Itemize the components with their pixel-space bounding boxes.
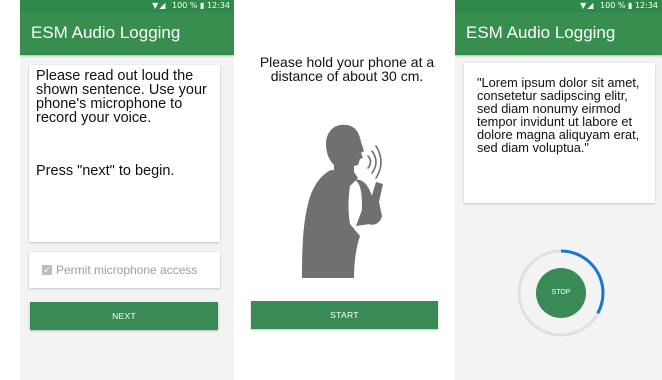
instruction-text: Please read out loud the shown sentence.… (36, 68, 207, 126)
next-button[interactable]: NEXT (30, 302, 218, 330)
distance-screen: Please hold your phone at a distance of … (240, 0, 454, 380)
instruction-screen: ▼◢ 100 % ▮ 12:34 ESM Audio Logging Pleas… (20, 0, 234, 380)
begin-text: Press "next" to begin. (36, 163, 175, 179)
start-button[interactable]: START (251, 301, 438, 329)
distance-instruction-text: Please hold your phone at a distance of … (259, 54, 435, 84)
signal-icon: ▼◢ (580, 1, 595, 10)
permit-microphone-checkbox-row[interactable]: ✓ Permit microphone access (29, 252, 220, 288)
app-bar: ESM Audio Logging (20, 12, 234, 55)
app-bar: ESM Audio Logging (455, 12, 662, 55)
battery-level: 100 % (600, 1, 626, 10)
instruction-card: Please read out loud the shown sentence.… (29, 65, 220, 242)
permit-microphone-checkbox[interactable]: ✓ (42, 265, 52, 275)
person-speaking-into-phone-icon (302, 124, 383, 278)
app-title: ESM Audio Logging (466, 23, 616, 42)
signal-icon: ▼◢ (152, 1, 167, 10)
status-time: 12:34 (206, 1, 230, 10)
status-bar: ▼◢ 100 % ▮ 12:34 (20, 0, 234, 12)
sentence-card: "Lorem ipsum dolor sit amet, consetetur … (464, 63, 655, 203)
recording-indicator: STOP (515, 247, 607, 339)
battery-level: 100 % (172, 1, 198, 10)
battery-icon: ▮ (627, 1, 633, 10)
status-bar: ▼◢ 100 % ▮ 12:34 (455, 0, 662, 12)
battery-icon: ▮ (199, 1, 205, 10)
recording-screen: ▼◢ 100 % ▮ 12:34 ESM Audio Logging "Lore… (455, 0, 662, 380)
checkmark-icon: ✓ (43, 265, 51, 275)
app-title: ESM Audio Logging (31, 23, 181, 42)
sentence-text: "Lorem ipsum dolor sit amet, consetetur … (477, 75, 640, 155)
status-time: 12:34 (634, 1, 658, 10)
stop-button[interactable]: STOP (536, 268, 586, 318)
permit-microphone-label: Permit microphone access (56, 263, 198, 277)
